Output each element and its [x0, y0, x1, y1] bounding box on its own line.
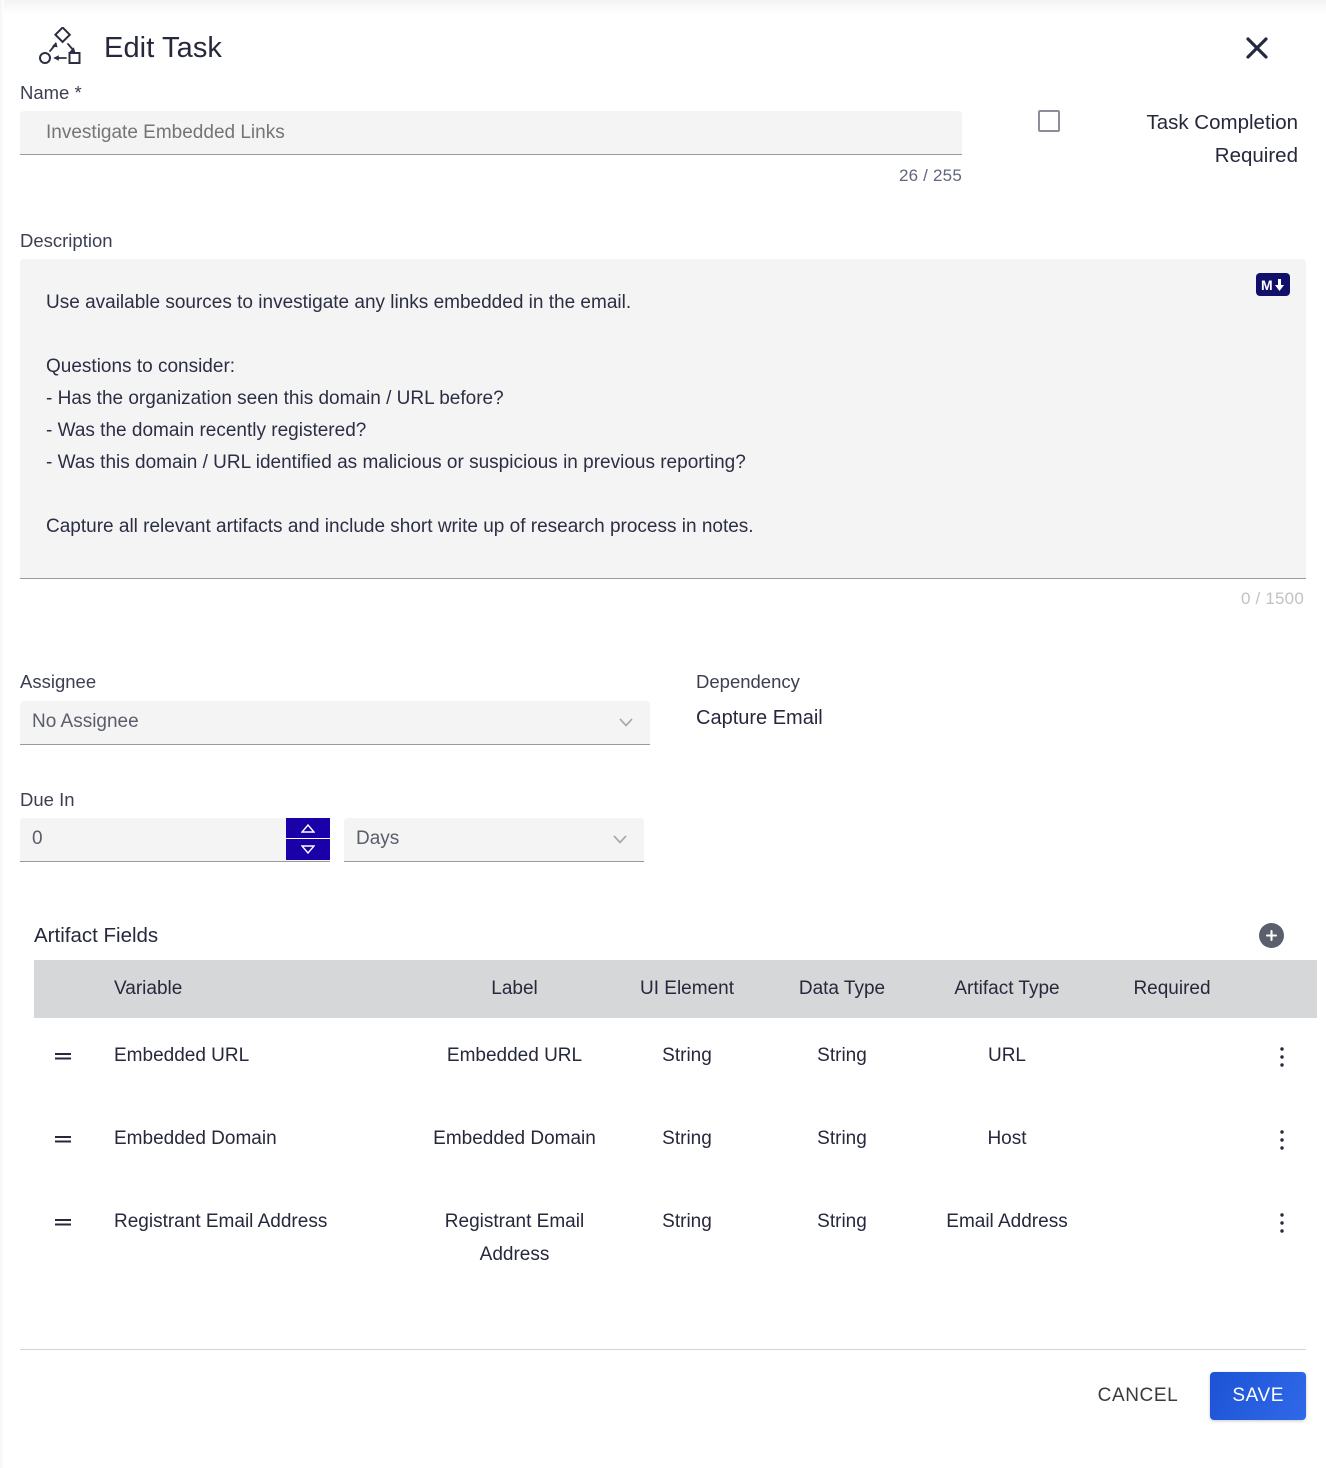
- add-artifact-field-button[interactable]: [1259, 923, 1284, 949]
- workflow-icon: [38, 26, 84, 69]
- artifact-fields-section: Artifact Fields Variable Label UI Elemen…: [20, 912, 1317, 1349]
- table-row: Embedded URL Embedded URL String String …: [34, 1018, 1317, 1101]
- save-button[interactable]: SAVE: [1210, 1371, 1306, 1420]
- cell-label: Embedded URL: [446, 1044, 583, 1066]
- artifact-fields-table: Variable Label UI Element Data Type Arti…: [34, 959, 1317, 1293]
- artifact-table-spacer: [34, 1293, 1292, 1349]
- table-row: Registrant Email Address Registrant Emai…: [34, 1184, 1317, 1293]
- markdown-icon[interactable]: M: [1256, 273, 1290, 297]
- chevron-down-icon: [616, 712, 636, 732]
- due-in-unit-group: Days: [344, 817, 644, 862]
- cancel-button[interactable]: CANCEL: [1080, 1375, 1197, 1417]
- row-drag-handle-cell: [34, 1018, 92, 1101]
- task-completion-label: Task Completion Required: [1146, 111, 1298, 168]
- name-field-group: Name * 26 / 255: [20, 82, 962, 186]
- cell-required: [1097, 1101, 1247, 1184]
- cell-label: Embedded Domain: [433, 1128, 596, 1150]
- triangle-down-icon[interactable]: [286, 839, 330, 860]
- drag-handle-icon[interactable]: [53, 1208, 73, 1240]
- name-and-completion-row: Name * 26 / 255 Task Completion Required: [20, 82, 1306, 186]
- cell-ui-element: String: [662, 1211, 712, 1233]
- due-in-label: Due In: [20, 788, 75, 810]
- due-in-group: Due In 0 Days: [20, 789, 1306, 862]
- assignee-group: Assignee No Assignee: [20, 671, 674, 745]
- cell-data-type: String: [817, 1044, 867, 1066]
- chevron-down-icon: [610, 829, 630, 849]
- description-field-group: Description M Use available sources to i…: [20, 230, 1306, 609]
- description-label: Description: [20, 230, 113, 252]
- svg-text:M: M: [1261, 277, 1273, 293]
- artifact-fields-table-body: Embedded URL Embedded URL String String …: [34, 1018, 1317, 1293]
- cell-label: Registrant Email Address: [444, 1211, 585, 1265]
- dialog-header: Edit Task: [20, 0, 1306, 82]
- row-overflow-menu-icon[interactable]: [1279, 1212, 1285, 1245]
- name-input[interactable]: [20, 111, 962, 156]
- dependency-value: Capture Email: [696, 706, 823, 729]
- assignee-select[interactable]: No Assignee: [20, 700, 650, 745]
- drag-handle-icon[interactable]: [53, 1125, 73, 1157]
- due-in-number-field[interactable]: 0: [20, 817, 330, 862]
- due-in-row: 0 Days: [20, 817, 1306, 862]
- description-box[interactable]: M Use available sources to investigate a…: [20, 259, 1306, 580]
- assignee-label: Assignee: [20, 671, 97, 693]
- due-in-stepper[interactable]: [286, 817, 330, 860]
- close-icon[interactable]: [1240, 31, 1274, 65]
- cell-variable: Embedded URL: [114, 1044, 250, 1066]
- cell-ui-element: String: [662, 1044, 712, 1066]
- artifact-fields-title: Artifact Fields: [34, 923, 159, 947]
- artifact-fields-table-head: Variable Label UI Element Data Type Arti…: [34, 959, 1317, 1018]
- assignee-dependency-row: Assignee No Assignee Dependency Capture …: [20, 671, 1306, 745]
- column-drag: [34, 960, 92, 1018]
- row-menu-cell: [1247, 1184, 1317, 1293]
- cell-ui-element: String: [662, 1128, 712, 1150]
- cell-data-type: String: [817, 1128, 867, 1150]
- cell-variable: Embedded Domain: [114, 1128, 277, 1150]
- artifact-fields-header: Artifact Fields: [34, 912, 1292, 960]
- due-in-unit-value: Days: [356, 828, 400, 850]
- drag-handle-icon[interactable]: [53, 1042, 73, 1074]
- column-required: Required: [1133, 977, 1211, 999]
- task-completion-required-checkbox-group[interactable]: Task Completion Required: [1038, 82, 1298, 172]
- row-drag-handle-cell: [34, 1184, 92, 1293]
- assignee-value: No Assignee: [32, 711, 139, 733]
- cell-artifact-type: URL: [987, 1044, 1026, 1066]
- column-variable: Variable: [114, 977, 183, 999]
- column-label: Label: [491, 977, 538, 999]
- edit-task-dialog: Edit Task Name * 26 / 255 Task Completio…: [0, 0, 1326, 1468]
- name-counter: 26 / 255: [898, 166, 962, 186]
- due-in-value: 0: [32, 828, 43, 850]
- cell-required: [1097, 1184, 1247, 1293]
- task-completion-checkbox[interactable]: [1038, 110, 1060, 132]
- name-label: Name *: [20, 82, 82, 103]
- dependency-label: Dependency: [696, 671, 800, 693]
- dialog-footer: CANCEL SAVE: [0, 1350, 1326, 1420]
- row-menu-cell: [1247, 1101, 1317, 1184]
- column-data-type: Data Type: [798, 977, 886, 999]
- column-ui-element: UI Element: [640, 977, 734, 999]
- column-menu: [1247, 960, 1317, 1018]
- table-row: Embedded Domain Embedded Domain String S…: [34, 1101, 1317, 1184]
- due-in-unit-select[interactable]: Days: [344, 817, 644, 862]
- column-artifact-type: Artifact Type: [954, 977, 1060, 999]
- description-counter: 0 / 1500: [1240, 589, 1304, 609]
- triangle-up-icon[interactable]: [286, 818, 330, 840]
- cell-artifact-type: Email Address: [946, 1211, 1068, 1233]
- row-overflow-menu-icon[interactable]: [1279, 1129, 1285, 1162]
- cell-required: [1097, 1018, 1247, 1101]
- description-text: Use available sources to investigate any…: [46, 292, 754, 538]
- cell-artifact-type: Host: [987, 1128, 1027, 1150]
- table-header-row: Variable Label UI Element Data Type Arti…: [34, 959, 1317, 1018]
- dependency-group: Dependency Capture Email: [674, 671, 1306, 744]
- cell-variable: Registrant Email Address: [114, 1211, 328, 1233]
- row-overflow-menu-icon[interactable]: [1279, 1046, 1285, 1079]
- row-drag-handle-cell: [34, 1101, 92, 1184]
- row-menu-cell: [1247, 1018, 1317, 1101]
- cell-data-type: String: [817, 1211, 867, 1233]
- page-title: Edit Task: [104, 31, 223, 64]
